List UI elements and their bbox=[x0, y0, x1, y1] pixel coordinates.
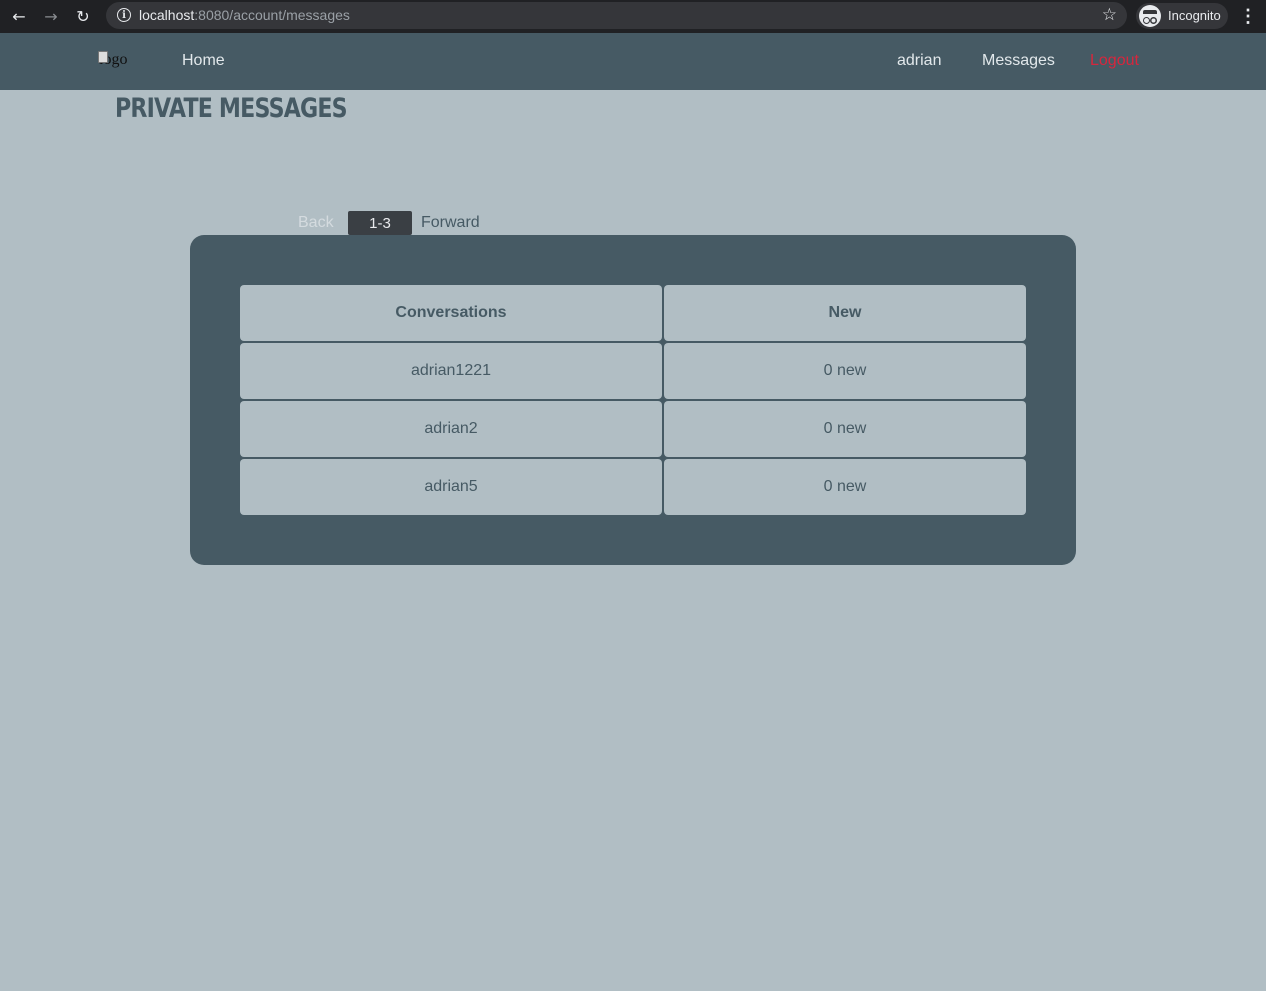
site-info-icon[interactable]: i bbox=[117, 8, 131, 22]
url-path: :8080/account/messages bbox=[194, 7, 350, 23]
url-text[interactable]: localhost:8080/account/messages bbox=[139, 7, 350, 23]
header-new: New bbox=[664, 285, 1026, 341]
forward-arrow-icon[interactable]: → bbox=[35, 0, 67, 33]
pager-forward-link[interactable]: Forward bbox=[421, 214, 480, 232]
browser-menu-icon[interactable]: ⋮ bbox=[1238, 0, 1258, 33]
incognito-badge[interactable]: Incognito bbox=[1136, 3, 1228, 29]
page-title: Private Messages bbox=[115, 93, 348, 124]
conversation-name-cell[interactable]: adrian1221 bbox=[240, 343, 662, 399]
url-host: localhost bbox=[139, 7, 195, 23]
pager-range-indicator: 1-3 bbox=[348, 211, 412, 235]
incognito-icon bbox=[1139, 5, 1161, 27]
new-count-cell: 0 new bbox=[664, 343, 1026, 399]
nav-messages-link[interactable]: Messages bbox=[982, 52, 1055, 70]
messages-panel: Conversations New adrian1221 0 new adria… bbox=[190, 235, 1076, 565]
nav-user-link[interactable]: adrian bbox=[897, 52, 941, 70]
nav-home-link[interactable]: Home bbox=[182, 52, 225, 70]
pager-back-link[interactable]: Back bbox=[298, 214, 334, 232]
incognito-label: Incognito bbox=[1168, 8, 1221, 23]
header-conversations: Conversations bbox=[240, 285, 662, 341]
nav-logout-link[interactable]: Logout bbox=[1090, 52, 1139, 70]
address-bar[interactable]: i localhost:8080/account/messages ☆ bbox=[106, 2, 1127, 29]
new-count-cell: 0 new bbox=[664, 459, 1026, 515]
site-navbar: logo Home adrian Messages Logout bbox=[0, 33, 1266, 90]
conversation-name-cell[interactable]: adrian5 bbox=[240, 459, 662, 515]
new-count-cell: 0 new bbox=[664, 401, 1026, 457]
browser-toolbar: ← → ↻ i localhost:8080/account/messages … bbox=[0, 0, 1266, 33]
back-arrow-icon[interactable]: ← bbox=[3, 0, 35, 33]
conversation-name-cell[interactable]: adrian2 bbox=[240, 401, 662, 457]
reload-icon[interactable]: ↻ bbox=[67, 0, 99, 33]
logo-image-alt[interactable]: logo bbox=[97, 51, 127, 69]
bookmark-star-icon[interactable]: ☆ bbox=[1102, 5, 1117, 25]
